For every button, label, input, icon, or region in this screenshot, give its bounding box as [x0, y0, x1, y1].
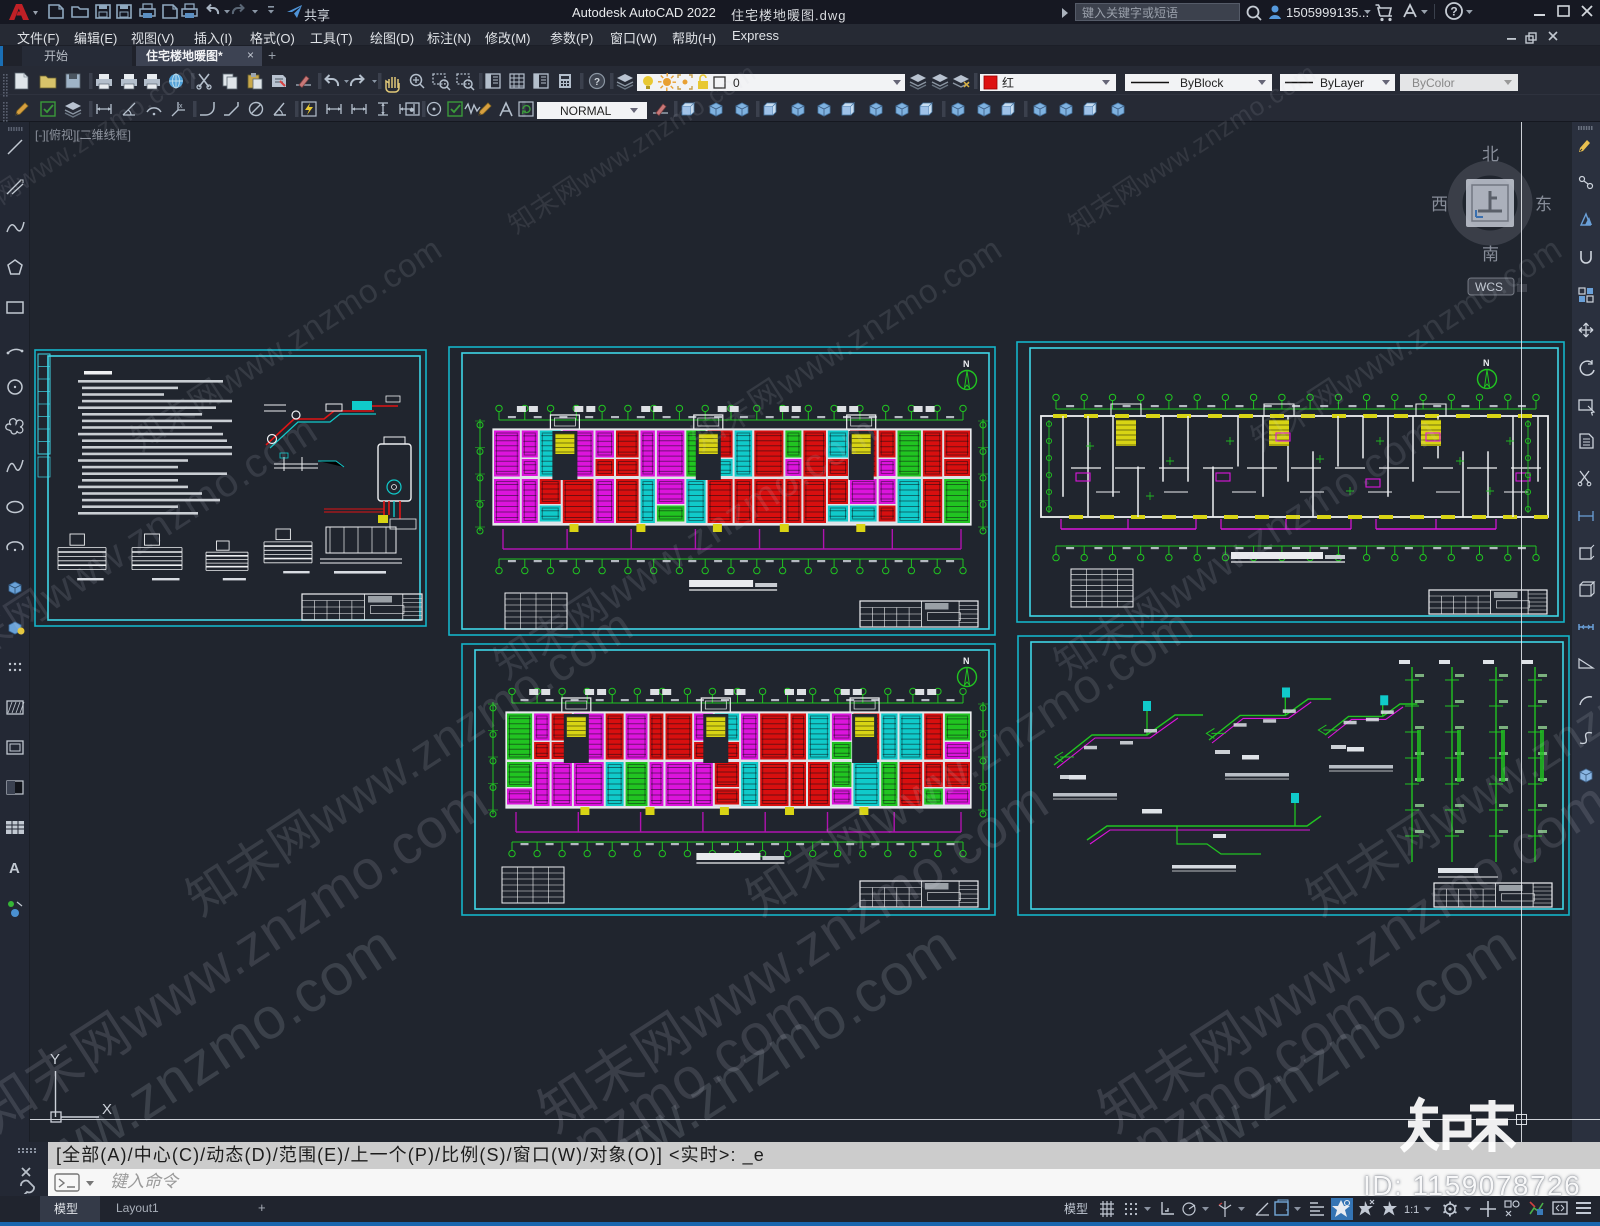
- svg-text:南: 南: [1482, 245, 1499, 264]
- svg-text:模型: 模型: [1064, 1202, 1088, 1216]
- svg-text:1:1: 1:1: [1404, 1204, 1419, 1216]
- svg-text:东: 东: [1535, 195, 1552, 214]
- svg-text:X: X: [102, 1101, 112, 1118]
- svg-text:ByBlock: ByBlock: [1180, 76, 1224, 90]
- svg-text:A: A: [9, 860, 20, 877]
- svg-text:N: N: [963, 656, 970, 666]
- svg-text:红: 红: [1002, 75, 1014, 90]
- svg-text:北: 北: [1482, 145, 1499, 164]
- svg-text:0: 0: [733, 76, 740, 90]
- svg-text:NORMAL: NORMAL: [560, 104, 612, 118]
- svg-text:x: x: [179, 103, 183, 110]
- svg-text:N: N: [963, 359, 970, 369]
- svg-text:?: ?: [594, 77, 600, 88]
- svg-text:ByLayer: ByLayer: [1320, 76, 1364, 90]
- svg-text:?: ?: [1450, 5, 1457, 19]
- svg-text:ByColor: ByColor: [1412, 76, 1455, 90]
- svg-text:N: N: [1483, 358, 1490, 368]
- svg-text:Y: Y: [50, 1051, 60, 1068]
- svg-text:WCS: WCS: [1475, 280, 1503, 294]
- svg-text:西: 西: [1432, 195, 1448, 214]
- svg-text:●: ●: [409, 105, 414, 115]
